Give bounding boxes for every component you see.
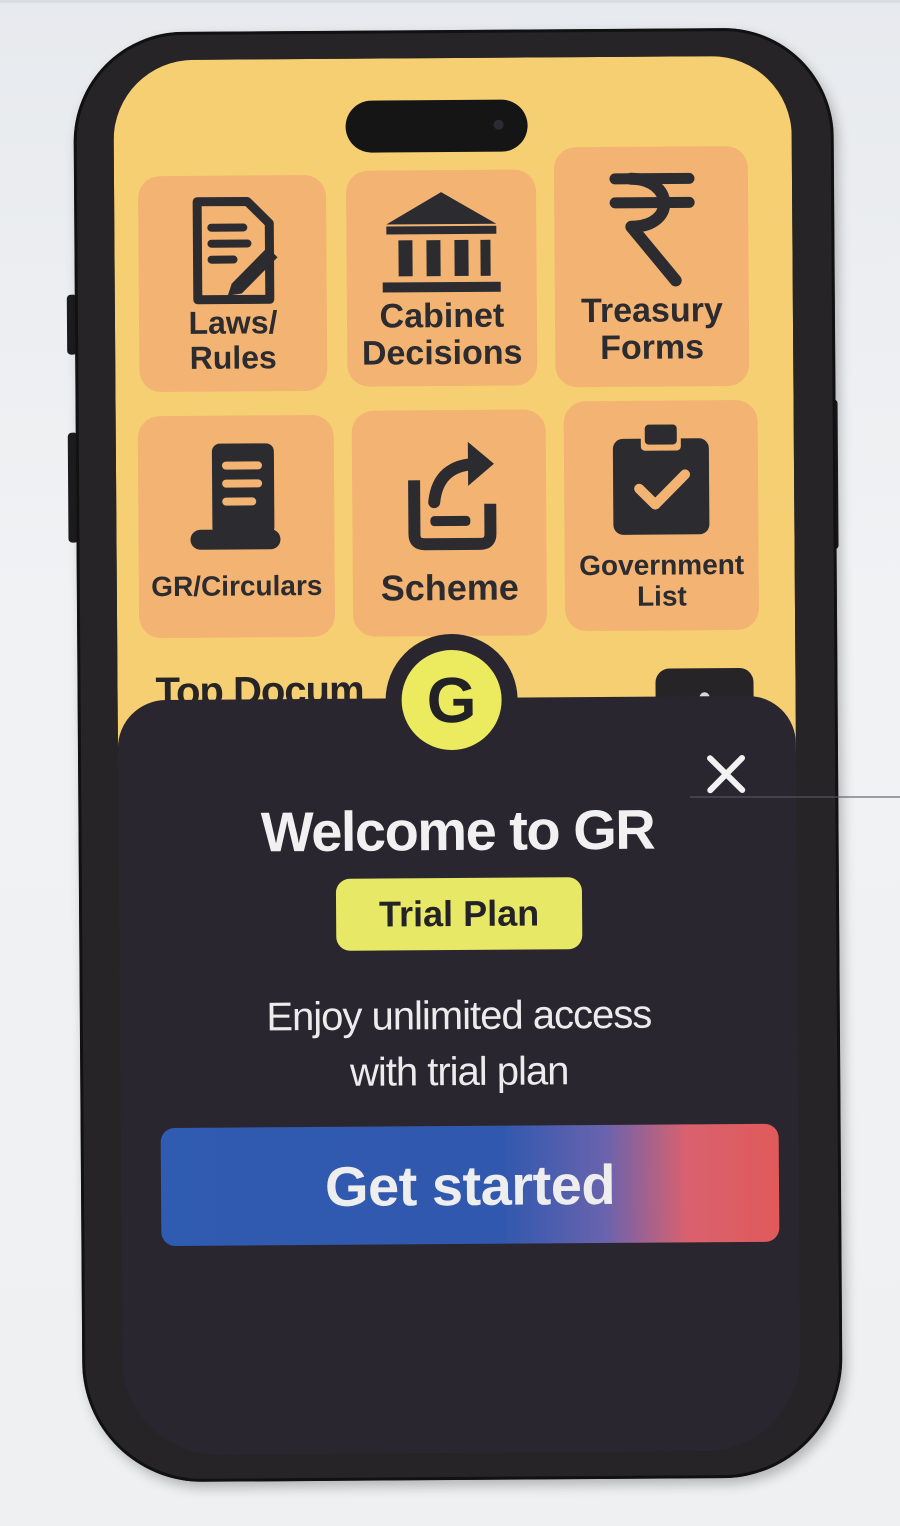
tile-treasury-forms[interactable]: Treasury Forms (553, 145, 750, 388)
close-button[interactable] (698, 746, 754, 802)
tile-label-line2: Forms (600, 328, 705, 368)
background-stripe (0, 0, 900, 3)
dynamic-island (345, 99, 528, 153)
tile-label-line2: List (636, 580, 687, 612)
government-building-icon (346, 187, 537, 298)
get-started-button[interactable]: Get started (160, 1123, 780, 1247)
tile-cabinet-decisions[interactable]: Cabinet Decisions (345, 169, 538, 387)
scroll-list-icon (138, 437, 335, 558)
description-line1: Enjoy unlimited access (266, 992, 652, 1040)
tile-label-line2: Rules (189, 339, 277, 377)
tile-government-list[interactable]: Government List (563, 399, 760, 632)
tile-label-line1: Cabinet (379, 296, 505, 336)
document-edit-icon (138, 195, 327, 306)
tile-label-line1: GR/Circulars (151, 569, 323, 603)
rupee-icon (554, 168, 749, 289)
share-export-icon (352, 433, 547, 554)
phone-device: Laws/ Rules Cabinet Decisions Treasury F… (66, 27, 844, 1483)
welcome-description: Enjoy unlimited access with trial plan (180, 986, 739, 1102)
tile-label-line2: Decisions (361, 333, 523, 374)
phone-screen: Laws/ Rules Cabinet Decisions Treasury F… (113, 55, 801, 1456)
close-icon (707, 755, 746, 794)
tile-gr-circulars[interactable]: GR/Circulars (137, 414, 336, 639)
description-line2: with trial plan (349, 1049, 569, 1095)
tile-label-line1: Government (579, 548, 745, 582)
tile-label-line1: Scheme (380, 566, 520, 609)
background-line (690, 796, 900, 798)
camera-icon (493, 119, 504, 130)
photo-background: Laws/ Rules Cabinet Decisions Treasury F… (0, 0, 900, 1526)
clipboard-check-icon (564, 422, 759, 543)
welcome-title: Welcome to GR (260, 797, 655, 864)
tile-laws-rules[interactable]: Laws/ Rules (137, 174, 328, 393)
phone-frame: Laws/ Rules Cabinet Decisions Treasury F… (72, 27, 844, 1483)
tile-scheme[interactable]: Scheme (351, 409, 548, 637)
tile-label-line1: Laws/ (188, 304, 278, 341)
plan-badge: Trial Plan (335, 877, 583, 951)
app-logo: G (401, 649, 502, 751)
tile-label-line1: Treasury (580, 291, 723, 331)
